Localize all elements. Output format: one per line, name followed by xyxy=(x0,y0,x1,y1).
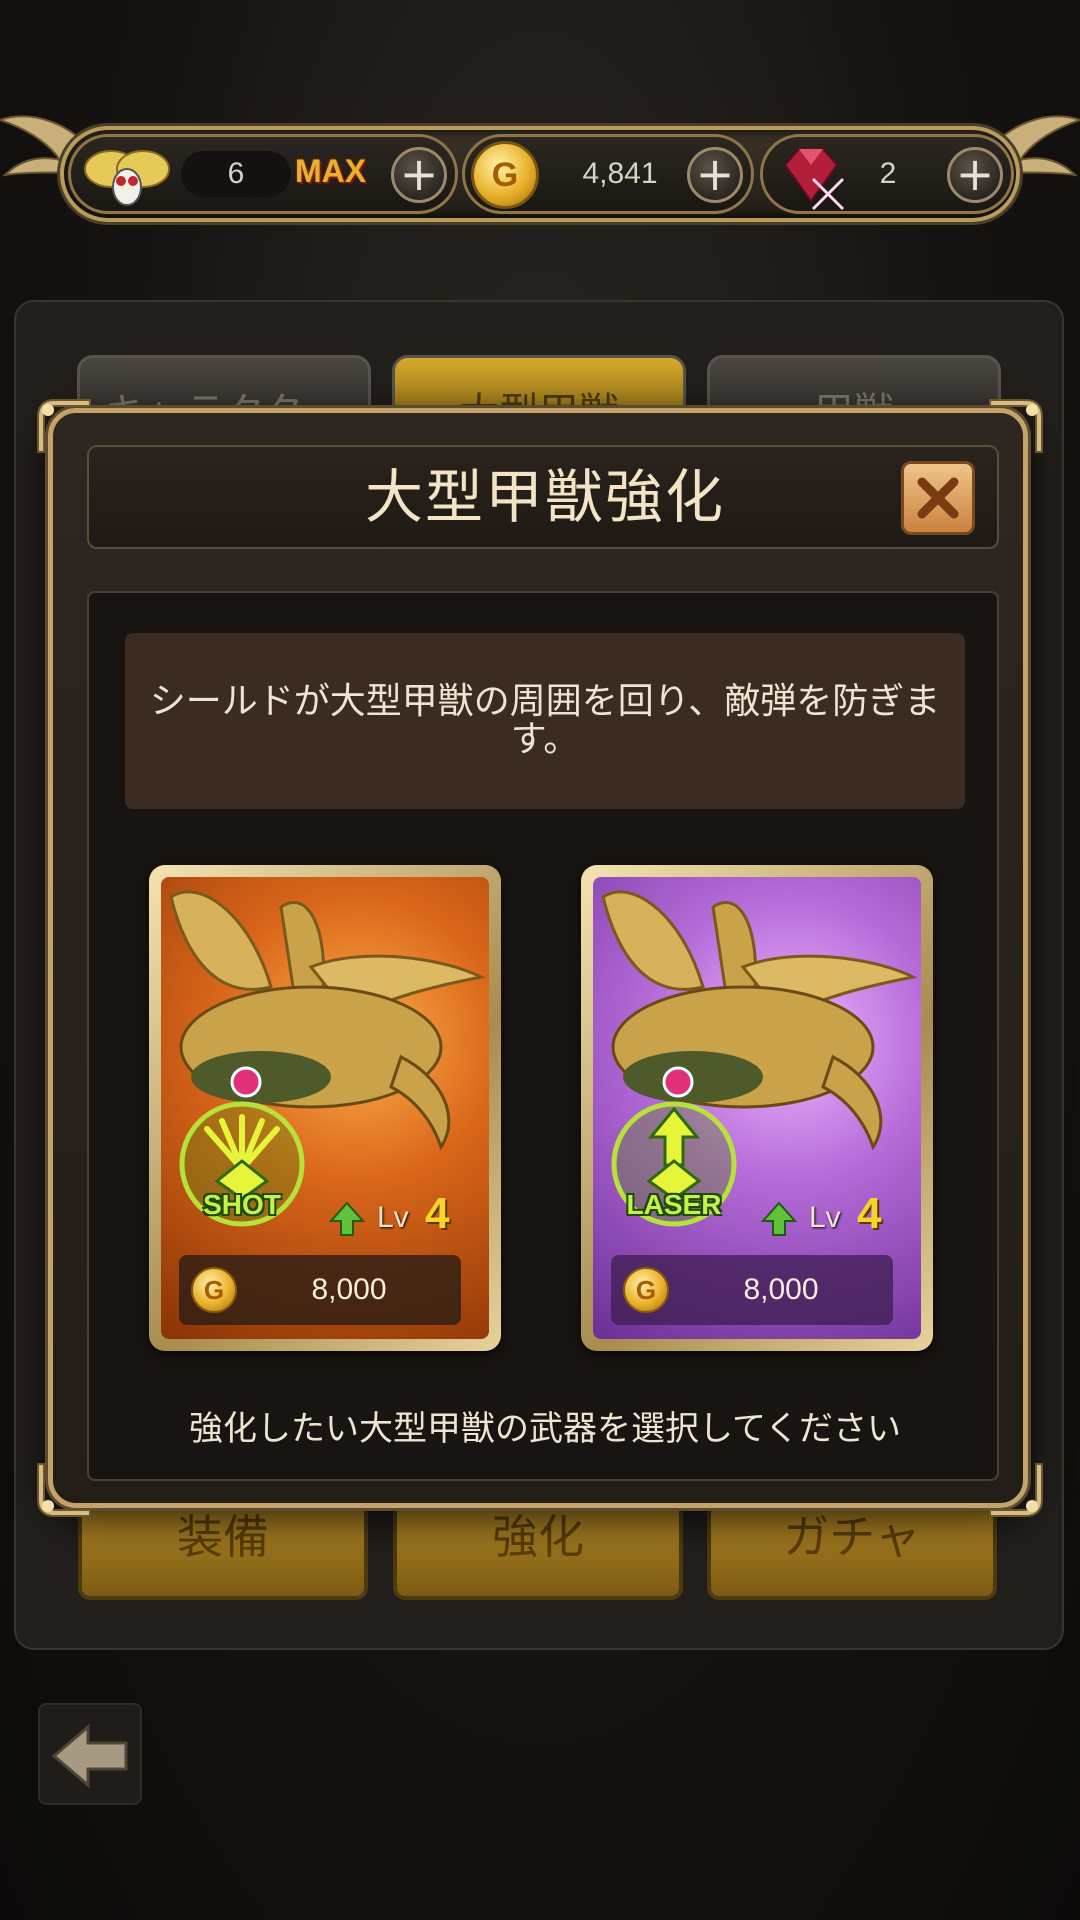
description-box: シールドが大型甲獣の周囲を回り、敵弾を防ぎます。 xyxy=(125,633,965,809)
level-label: Lv xyxy=(377,1201,409,1234)
weapon-card-laser[interactable]: LASER Lv 4 G 8,000 xyxy=(581,865,933,1351)
price-value: 8,000 xyxy=(311,1273,387,1306)
gem-slot: 2 + xyxy=(760,134,1014,214)
gold-coin-icon: G xyxy=(623,1267,669,1313)
level-indicator: Lv 4 xyxy=(329,1189,479,1245)
bee-stamina-icon xyxy=(84,150,170,206)
stamina-slot: 6 MAX + xyxy=(68,134,458,214)
instruction-text: 強化したい大型甲獣の武器を選択してください xyxy=(189,1409,901,1449)
corner-ornament-icon xyxy=(37,1463,91,1517)
level-indicator: Lv 4 xyxy=(761,1189,911,1245)
add-gem-button[interactable]: + xyxy=(947,147,1003,203)
close-button[interactable] xyxy=(901,461,975,535)
gold-slot: G 4,841 + xyxy=(462,134,754,214)
level-value: 4 xyxy=(425,1189,450,1238)
gold-coin-icon: G xyxy=(471,141,539,209)
enhance-modal: 大型甲獣強化 シールドが大型甲獣の周囲を回り、敵弾を防ぎます。 SHOT Lv … xyxy=(48,408,1028,1508)
gold-coin-icon: G xyxy=(191,1267,237,1313)
weapon-card-shot[interactable]: SHOT Lv 4 G 8,000 xyxy=(149,865,501,1351)
level-value: 4 xyxy=(857,1189,882,1238)
back-button[interactable] xyxy=(38,1703,142,1805)
price-value: 8,000 xyxy=(743,1273,819,1306)
enhance-button[interactable]: 強化 xyxy=(393,1500,683,1600)
back-arrow-icon xyxy=(51,1723,128,1789)
level-label: Lv xyxy=(809,1201,841,1234)
add-gold-button[interactable]: + xyxy=(687,147,743,203)
corner-ornament-icon xyxy=(989,1463,1043,1517)
add-stamina-button[interactable]: + xyxy=(391,147,447,203)
card-art: LASER Lv 4 G 8,000 xyxy=(593,877,921,1339)
level-up-arrow-icon xyxy=(761,1201,797,1236)
description-text: シールドが大型甲獣の周囲を回り、敵弾を防ぎます。 xyxy=(149,681,941,760)
stamina-value: 6 xyxy=(181,151,291,197)
close-icon xyxy=(917,477,959,519)
gem-value: 2 xyxy=(879,157,897,190)
ruby-gem-icon xyxy=(783,148,845,211)
corner-ornament-icon xyxy=(37,399,91,453)
card-art: SHOT Lv 4 G 8,000 xyxy=(161,877,489,1339)
gacha-button[interactable]: ガチャ xyxy=(707,1500,997,1600)
modal-header: 大型甲獣強化 xyxy=(87,445,999,549)
modal-body: シールドが大型甲獣の周囲を回り、敵弾を防ぎます。 SHOT Lv 4 G 8,0… xyxy=(87,591,999,1481)
price-box: G 8,000 xyxy=(179,1255,461,1325)
level-up-arrow-icon xyxy=(329,1201,365,1236)
price-box: G 8,000 xyxy=(611,1255,893,1325)
stamina-max-label: MAX xyxy=(295,153,367,189)
resource-bar: 6 MAX + G 4,841 + 2 + xyxy=(0,100,1080,230)
corner-ornament-icon xyxy=(989,399,1043,453)
weapon-name: SHOT xyxy=(203,1189,281,1220)
weapon-name: LASER xyxy=(626,1189,722,1220)
gold-value: 4,841 xyxy=(582,157,658,190)
equip-button[interactable]: 装備 xyxy=(78,1500,368,1600)
modal-title: 大型甲獣強化 xyxy=(364,463,725,531)
